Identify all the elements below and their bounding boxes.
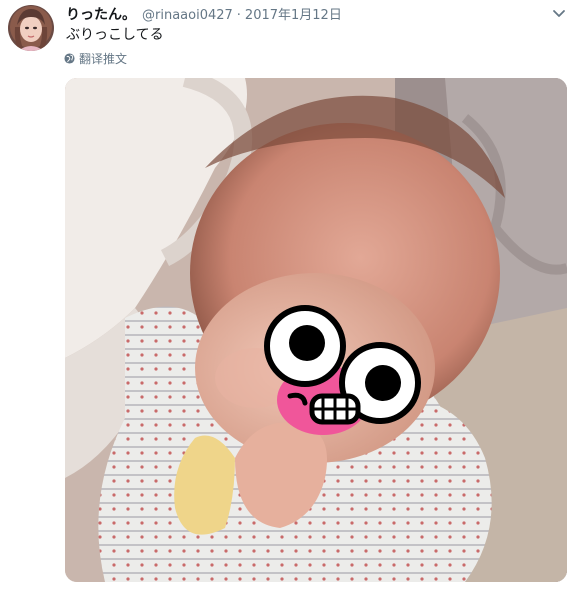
tweet-photo[interactable] (65, 78, 567, 582)
translate-label: 翻译推文 (79, 52, 128, 66)
avatar[interactable] (8, 5, 54, 51)
baby-photo (65, 78, 567, 582)
display-name[interactable]: りったん。 (66, 4, 136, 24)
chevron-down-icon[interactable] (551, 5, 567, 21)
tweet-date[interactable]: 2017年1月12日 (245, 4, 342, 23)
tweet-header: りったん。 @rinaaoi0427 · 2017年1月12日 (66, 4, 537, 24)
globe-icon (64, 53, 75, 64)
user-handle[interactable]: @rinaaoi0427 (142, 8, 233, 23)
separator: · (236, 8, 241, 23)
translate-button[interactable]: 翻译推文 (64, 50, 127, 67)
avatar-image (8, 5, 54, 51)
tweet-text: ぶりっこしてる (66, 27, 164, 43)
tweet: りったん。 @rinaaoi0427 · 2017年1月12日 ぶりっこしてる … (0, 0, 577, 589)
